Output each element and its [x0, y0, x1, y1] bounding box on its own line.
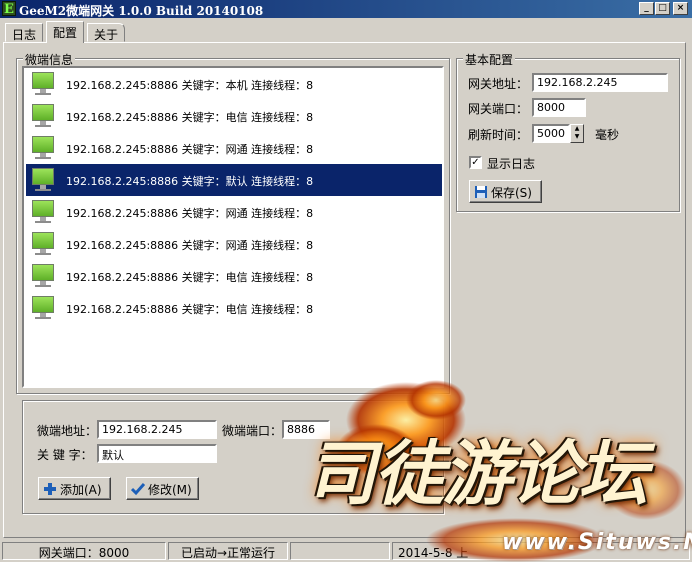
monitor-icon	[32, 232, 54, 256]
list-item-text: 192.168.2.245:8886 关键字：默认 连接线程：8	[66, 175, 314, 188]
refresh-time-input[interactable]: 5000	[532, 124, 570, 143]
monitor-icon	[32, 264, 54, 288]
add-button-label: 添加(A)	[60, 483, 102, 497]
micro-server-list[interactable]: 192.168.2.245:8886 关键字：本机 连接线程：8 192.168…	[22, 66, 444, 388]
address-input[interactable]: 192.168.2.245	[97, 420, 217, 439]
keyword-label: 关 键 字：	[37, 448, 93, 462]
spin-down-icon[interactable]: ▼	[571, 133, 583, 141]
monitor-icon	[32, 136, 54, 160]
save-button[interactable]: 保存(S)	[469, 180, 542, 203]
maximize-button[interactable]: □	[655, 2, 670, 15]
list-item[interactable]: 192.168.2.245:8886 关键字：网通 连接线程：8	[26, 228, 442, 260]
basic-config-group-title: 基本配置	[463, 51, 516, 68]
list-item[interactable]: 192.168.2.245:8886 关键字：网通 连接线程：8	[26, 196, 442, 228]
status-datetime: 2014-5-8 上	[392, 542, 690, 560]
tab-about[interactable]: 关于	[87, 23, 126, 42]
show-log-checkbox[interactable]: ✓	[469, 156, 482, 169]
save-button-label: 保存(S)	[491, 186, 532, 200]
gateway-address-input[interactable]: 192.168.2.245	[532, 73, 668, 92]
monitor-icon	[32, 72, 54, 96]
gateway-port-label: 网关端口：	[468, 102, 529, 116]
list-item[interactable]: 192.168.2.245:8886 关键字：电信 连接线程：8	[26, 100, 442, 132]
refresh-time-label: 刷新时间：	[468, 128, 529, 142]
list-item-text: 192.168.2.245:8886 关键字：电信 连接线程：8	[66, 271, 314, 284]
list-item-text: 192.168.2.245:8886 关键字：网通 连接线程：8	[66, 143, 314, 156]
gateway-address-label: 网关地址：	[468, 77, 529, 91]
refresh-unit-label: 毫秒	[595, 128, 620, 142]
title-bar[interactable]: E GeeM2微端网关 1.0.0 Build 20140108 _ □ ×	[0, 0, 692, 18]
status-running: 已启动→正常运行	[168, 542, 288, 560]
modify-button[interactable]: 修改(M)	[126, 477, 199, 500]
list-item-selected[interactable]: 192.168.2.245:8886 关键字：默认 连接线程：8	[26, 164, 442, 196]
refresh-time-spinner[interactable]: ▲ ▼	[570, 124, 584, 143]
gateway-port-input[interactable]: 8000	[532, 98, 586, 117]
modify-button-label: 修改(M)	[148, 483, 192, 497]
window-title: GeeM2微端网关 1.0.0 Build 20140108	[19, 4, 264, 18]
floppy-disk-icon	[475, 186, 487, 198]
monitor-icon	[32, 104, 54, 128]
monitor-icon	[32, 296, 54, 320]
list-item-text: 192.168.2.245:8886 关键字：网通 连接线程：8	[66, 207, 314, 220]
port-input[interactable]: 8886	[282, 420, 330, 439]
status-gateway-port: 网关端口：8000	[2, 542, 166, 560]
list-item[interactable]: 192.168.2.245:8886 关键字：电信 连接线程：8	[26, 260, 442, 292]
tab-config[interactable]: 配置	[46, 21, 85, 43]
port-label: 微端端口：	[222, 424, 283, 438]
list-item[interactable]: 192.168.2.245:8886 关键字：本机 连接线程：8	[26, 68, 442, 100]
close-button[interactable]: ×	[673, 2, 688, 15]
list-item[interactable]: 192.168.2.245:8886 关键字：网通 连接线程：8	[26, 132, 442, 164]
show-log-label[interactable]: 显示日志	[487, 155, 535, 172]
checkmark-icon	[131, 483, 145, 496]
list-item-text: 192.168.2.245:8886 关键字：电信 连接线程：8	[66, 111, 314, 124]
add-button[interactable]: 添加(A)	[38, 477, 111, 500]
status-empty	[290, 542, 390, 560]
keyword-input[interactable]: 默认	[97, 444, 217, 463]
address-label: 微端地址：	[37, 424, 98, 438]
monitor-icon	[32, 168, 54, 192]
list-item-text: 192.168.2.245:8886 关键字：电信 连接线程：8	[66, 303, 314, 316]
minimize-button[interactable]: _	[639, 2, 654, 15]
list-item[interactable]: 192.168.2.245:8886 关键字：电信 连接线程：8	[26, 292, 442, 324]
plus-icon	[44, 483, 56, 495]
monitor-icon	[32, 200, 54, 224]
tab-log[interactable]: 日志	[5, 23, 44, 42]
spin-up-icon[interactable]: ▲	[571, 125, 583, 133]
list-item-text: 192.168.2.245:8886 关键字：本机 连接线程：8	[66, 79, 314, 92]
app-icon[interactable]: E	[2, 1, 16, 17]
list-item-text: 192.168.2.245:8886 关键字：网通 连接线程：8	[66, 239, 314, 252]
